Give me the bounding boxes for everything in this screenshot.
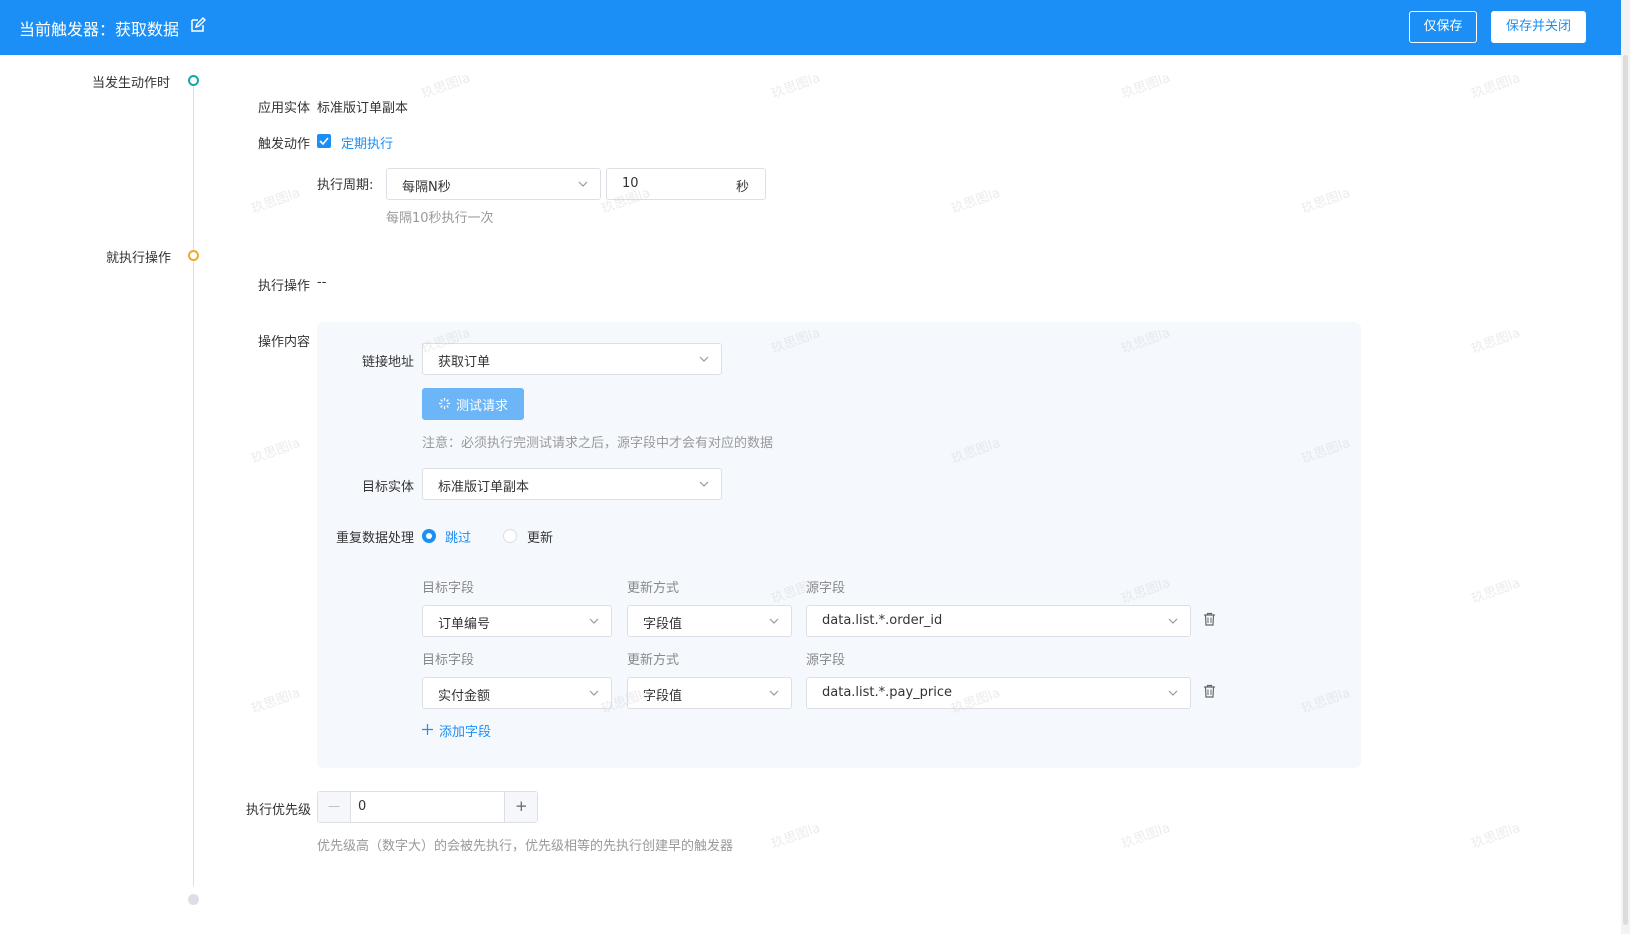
timeline-line [193,86,194,886]
timeline-node-end [188,894,199,905]
periodic-checkbox[interactable] [317,134,331,148]
watermark: 玖思图la [769,820,823,853]
watermark: 玖思图la [1119,820,1173,853]
chevron-down-icon [589,618,599,624]
priority-value[interactable]: 0 [358,799,366,814]
chevron-down-icon [578,181,588,187]
dup-label: 重复数据处理 [336,531,415,546]
row1-delete-icon[interactable] [1203,612,1216,626]
col-target-header: 目标字段 [422,653,475,668]
watermark: 玖思图la [1299,185,1353,218]
header-bar: 当前触发器：获取数据 仅保存 保存并关闭 [0,0,1621,55]
link-select[interactable]: 获取订单 [422,343,722,375]
test-request-button[interactable]: 测试请求 [422,388,524,420]
op-content-label: 操作内容 [258,335,311,350]
period-hint: 每隔10秒执行一次 [386,211,494,226]
dup-skip-label[interactable]: 跳过 [445,527,471,546]
action-label: 触发动作 [258,137,311,152]
test-note: 注意：必须执行完测试请求之后，源字段中才会有对应的数据 [422,436,774,451]
watermark: 玖思图la [1469,575,1523,608]
row1-source-select[interactable]: data.list.*.order_id [806,605,1191,637]
timeline-node-when [188,75,199,86]
entity-value: 标准版订单副本 [317,101,409,116]
row1-target-select[interactable]: 订单编号 [422,605,612,637]
chevron-down-icon [1168,690,1178,696]
watermark: 玖思图la [249,685,303,718]
col-method-header: 更新方式 [627,581,680,596]
scrollbar-thumb[interactable] [1623,55,1628,925]
priority-hint: 优先级高（数字大）的会被先执行，优先级相等的先执行创建早的触发器 [317,839,734,854]
exec-op-label: 执行操作 [258,279,311,294]
period-unit: 秒 [736,180,750,195]
chevron-down-icon [1168,618,1178,624]
chevron-down-icon [589,690,599,696]
watermark: 玖思图la [1469,820,1523,853]
chevron-down-icon [699,356,709,362]
priority-increment-button[interactable]: + [504,792,537,822]
watermark: 玖思图la [1119,70,1173,103]
priority-decrement-button[interactable]: — [318,792,351,822]
watermark: 玖思图la [419,70,473,103]
entity-label: 应用实体 [258,101,311,116]
check-icon [319,137,329,146]
watermark: 玖思图la [249,435,303,468]
row2-source-select[interactable]: data.list.*.pay_price [806,677,1191,709]
chevron-down-icon [769,618,779,624]
priority-stepper[interactable]: — 0 + [317,791,538,823]
target-entity-label: 目标实体 [362,480,415,495]
periodic-checkbox-label[interactable]: 定期执行 [341,133,393,152]
page-title: 当前触发器：获取数据 [19,20,180,39]
period-label: 执行周期: [317,178,374,193]
timeline-node-then [188,250,199,261]
priority-label: 执行优先级 [246,803,312,818]
exec-op-value: -- [317,275,327,290]
col-target-header: 目标字段 [422,581,475,596]
row2-method-select[interactable]: 字段值 [627,677,792,709]
watermark: 玖思图la [249,185,303,218]
col-source-header: 源字段 [806,653,846,668]
save-only-button[interactable]: 仅保存 [1409,11,1477,43]
timeline-then-label: 就执行操作 [106,251,172,266]
col-source-header: 源字段 [806,581,846,596]
dup-update-radio[interactable] [503,529,517,543]
loading-icon [438,397,451,410]
watermark: 玖思图la [1469,70,1523,103]
target-entity-select[interactable]: 标准版订单副本 [422,468,722,500]
chevron-down-icon [699,481,709,487]
chevron-down-icon [769,690,779,696]
col-method-header: 更新方式 [627,653,680,668]
timeline-when-label: 当发生动作时 [92,76,171,91]
watermark: 玖思图la [1469,325,1523,358]
period-select[interactable]: 每隔N秒 [386,168,601,200]
row2-target-select[interactable]: 实付金额 [422,677,612,709]
dup-skip-radio[interactable] [422,529,436,543]
period-number-input[interactable]: 10 秒 [606,168,766,200]
link-label: 链接地址 [362,355,415,370]
watermark: 玖思图la [769,70,823,103]
dup-update-label[interactable]: 更新 [527,527,553,546]
edit-icon[interactable] [190,17,206,33]
plus-icon [422,724,433,735]
row2-delete-icon[interactable] [1203,684,1216,698]
row1-method-select[interactable]: 字段值 [627,605,792,637]
watermark: 玖思图la [949,185,1003,218]
save-close-button[interactable]: 保存并关闭 [1491,11,1586,43]
